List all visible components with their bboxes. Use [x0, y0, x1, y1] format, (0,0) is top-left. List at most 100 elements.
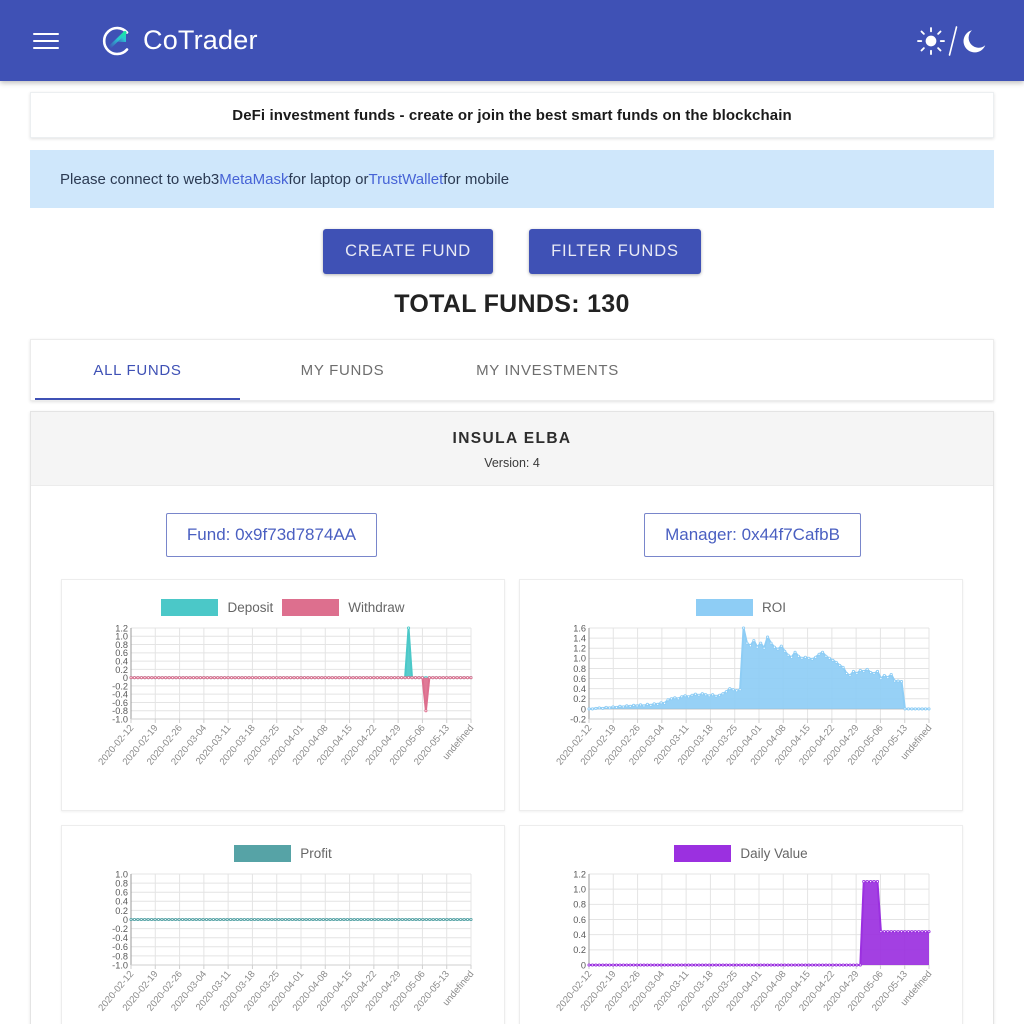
series-point: [755, 963, 759, 967]
series-point: [469, 917, 473, 922]
chart-legend: Deposit Withdraw: [72, 592, 494, 622]
fund-address-button[interactable]: Fund: 0x9f73d7874AA: [165, 513, 378, 557]
series-point: [455, 917, 459, 922]
series-point: [893, 930, 897, 934]
series-point: [772, 645, 776, 649]
series-point: [855, 671, 859, 676]
series-point: [403, 676, 407, 680]
series-point: [132, 676, 137, 680]
series-point: [601, 963, 605, 967]
series-point: [330, 676, 334, 680]
series-point: [865, 667, 869, 672]
series-point: [766, 963, 770, 967]
total-funds-heading: TOTAL FUNDS: 130: [394, 290, 630, 318]
series-point: [259, 917, 264, 922]
series-point: [814, 655, 818, 659]
series-point: [253, 917, 257, 922]
tab-my-investments[interactable]: MY INVESTMENTS: [445, 340, 650, 400]
chart-legend: ROI: [530, 592, 952, 622]
legend-item[interactable]: Daily Value: [674, 844, 808, 862]
series-point: [167, 917, 171, 922]
legend-item[interactable]: Deposit: [161, 598, 273, 616]
series-point: [693, 692, 698, 696]
series-point: [796, 654, 801, 658]
sun-icon[interactable]: [916, 26, 946, 56]
legend-item[interactable]: ROI: [695, 598, 786, 616]
series-point: [264, 676, 268, 680]
series-point: [769, 641, 773, 645]
series-point: [202, 676, 206, 680]
series-point: [834, 963, 838, 967]
metamask-link[interactable]: MetaMask: [219, 171, 288, 188]
series-point: [608, 706, 612, 710]
legend-swatch-icon: [234, 844, 292, 862]
series-point: [380, 917, 384, 922]
series-point: [180, 917, 185, 922]
series-point: [625, 704, 629, 708]
series-point: [406, 626, 411, 630]
chart-legend: Profit: [72, 838, 494, 868]
series-point: [139, 917, 143, 922]
chart-daily-value[interactable]: Daily Value 1.2 1.0 0.8 0.6 0.4 0.2 0 2020-02-1…: [519, 825, 963, 1024]
chart-profit[interactable]: Profit 1.0 0.8 0.6 0.4 0.2 0 -0.2 -0.4 -0.6 -0.8-…: [61, 825, 505, 1024]
create-fund-button[interactable]: CREATE FUND: [323, 229, 494, 274]
series-point: [226, 676, 230, 680]
series-point: [233, 676, 237, 680]
series-point: [652, 963, 656, 967]
filter-funds-button[interactable]: FILTER FUNDS: [529, 229, 701, 274]
moon-icon[interactable]: [960, 26, 990, 56]
series-point: [246, 917, 250, 922]
series-point: [285, 676, 289, 680]
series-point: [379, 676, 383, 680]
tab-bar: ALL FUNDS MY FUNDS MY INVESTMENTS: [30, 339, 994, 401]
series-point: [247, 676, 251, 680]
series-point: [438, 676, 442, 680]
series-point: [306, 676, 310, 680]
series-point: [783, 649, 787, 653]
series-point: [146, 917, 150, 922]
chart-roi[interactable]: ROI 1.6 1.4 1.2 1.0 0.8 0.6 0.4 0.2 0 -0.2 2020-02…: [519, 579, 963, 811]
chart-svg: 1.00.80.60.40.20-0.2-0.4-0.6-0.8-1.02020…: [96, 869, 476, 1013]
series-point: [594, 963, 598, 967]
series-point: [820, 963, 825, 967]
chart-deposit-withdraw[interactable]: Deposit Withdraw 1.2 1.0 0.8 0.6 0.4 0.2 0 -0.2-…: [61, 579, 505, 811]
series-point: [783, 963, 787, 967]
legend-item[interactable]: Withdraw: [282, 598, 405, 616]
tab-all-funds[interactable]: ALL FUNDS: [35, 340, 240, 400]
brand[interactable]: CoTrader: [100, 25, 258, 57]
series-point: [587, 963, 591, 967]
chart-legend: Daily Value: [530, 838, 952, 868]
legend-item[interactable]: Profit: [234, 844, 332, 862]
y-tick-label: -0.2: [570, 714, 586, 724]
series-point: [266, 917, 270, 922]
series-point: [841, 665, 845, 669]
series-point: [621, 963, 625, 967]
series-point: [311, 917, 315, 922]
series-point: [309, 676, 313, 680]
series-point: [143, 917, 147, 922]
tab-my-funds[interactable]: MY FUNDS: [240, 340, 445, 400]
trustwallet-link[interactable]: TrustWallet: [369, 171, 444, 188]
series-point: [759, 641, 763, 645]
series-point: [335, 917, 339, 922]
series-point: [153, 917, 157, 922]
series-point: [724, 690, 728, 694]
series-point: [465, 676, 470, 680]
series-point: [239, 917, 243, 922]
series-point: [334, 676, 338, 680]
fund-card: INSULA ELBA Version: 4 Fund: 0x9f73d7874…: [30, 411, 994, 1024]
manager-address-button[interactable]: Manager: 0x44f7CafbB: [644, 513, 861, 557]
series-point: [372, 676, 376, 680]
series-point: [366, 917, 370, 922]
series-point: [431, 917, 435, 922]
series-point: [587, 707, 591, 711]
series-point: [920, 707, 924, 711]
series-point: [738, 688, 742, 692]
series-point: [824, 654, 828, 658]
hamburger-menu-icon[interactable]: [26, 21, 66, 61]
theme-toggle[interactable]: [916, 24, 1002, 58]
app-header: CoTrader: [0, 0, 1024, 81]
series-point: [171, 676, 175, 680]
series-point: [254, 676, 258, 680]
series-point: [659, 963, 663, 967]
